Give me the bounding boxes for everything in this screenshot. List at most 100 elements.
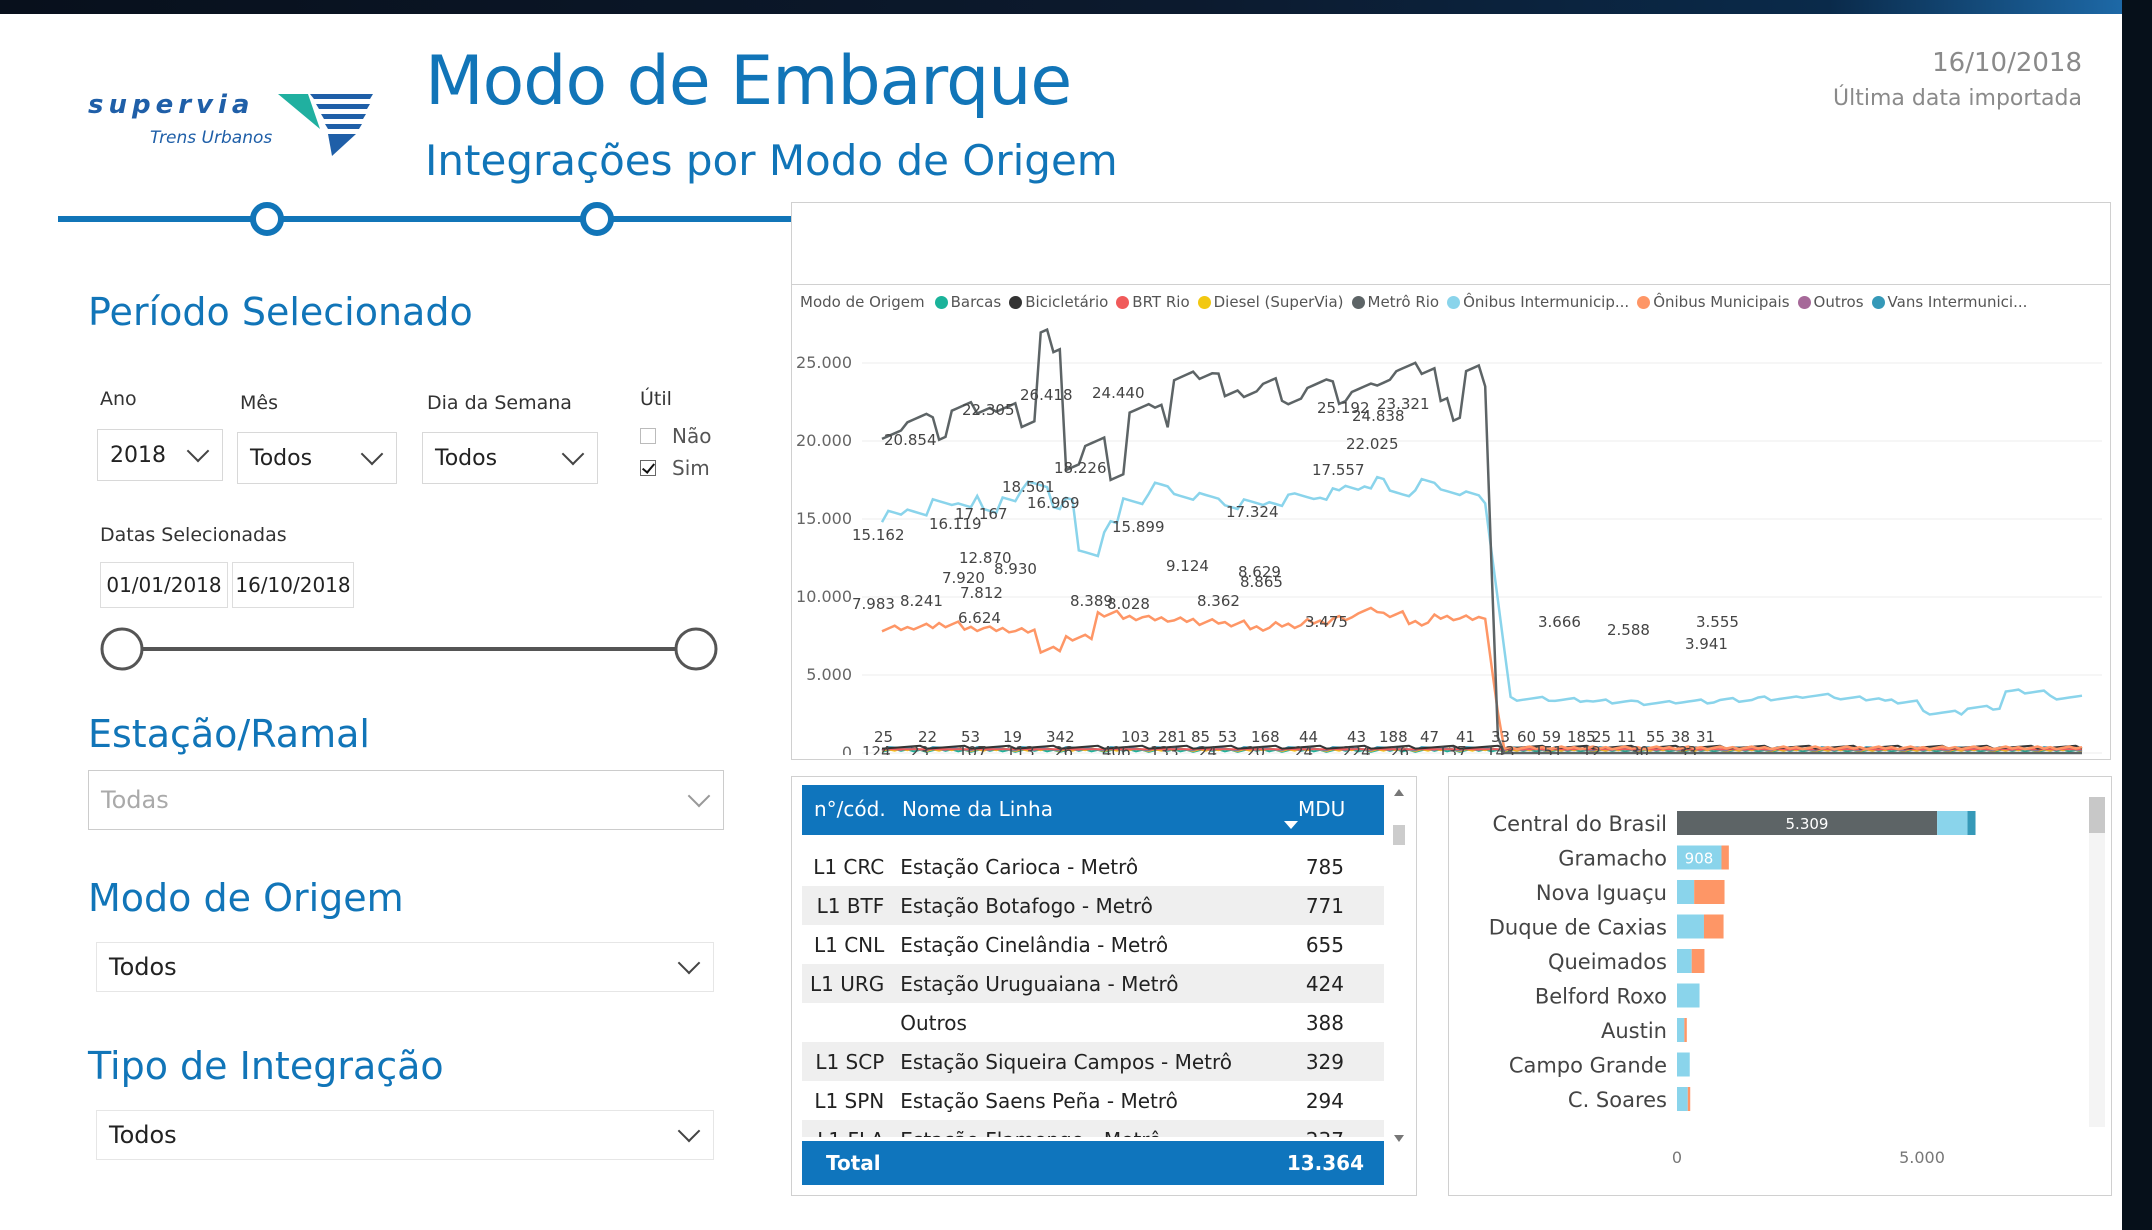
date-range-slider[interactable] [98,619,722,679]
bar-segment [1694,880,1725,904]
legend-item-vans[interactable]: Vans Intermunici... [1871,293,2027,311]
legend-item-outros[interactable]: Outros [1797,293,1864,311]
table-scrollbar[interactable] [1390,785,1408,1185]
slider-end-handle[interactable] [674,627,718,671]
estacao-dropdown[interactable]: Todas [88,770,724,830]
estacao-value: Todas [101,786,169,814]
table-row[interactable]: L1 CRC Estação Carioca - Metrô 785 [802,847,1384,886]
data-label-metro: 23.321 [1377,395,1430,413]
scroll-thumb[interactable] [1393,825,1405,845]
modo-dropdown[interactable]: Todos [96,942,714,992]
data-label-onibus-municipais: 6.624 [958,609,1001,627]
data-label-onibus-intermunicipais: 16.969 [1027,494,1080,512]
line-series-onibus-intermunicipais [880,475,2083,717]
data-label-low: 113 [1006,743,1035,755]
ano-dropdown[interactable]: 2018 [97,429,223,481]
chevron-down-icon [677,1119,701,1143]
bar-category-label: Gramacho [1558,847,1667,871]
bar-category-label: Nova Iguaçu [1536,881,1667,905]
mes-label: Mês [240,392,278,414]
scroll-down-icon[interactable] [1394,1135,1404,1142]
table-row[interactable]: L1 CNL Estação Cinelândia - Metrô 655 [802,925,1384,964]
data-label-onibus-municipais: 7.983 [852,595,895,613]
util-label: Útil [640,388,672,410]
tipo-dropdown[interactable]: Todos [96,1110,714,1160]
data-label-low: 12 [1582,743,1601,755]
mes-dropdown[interactable]: Todos [237,432,397,484]
date-end-input[interactable]: 16/10/2018 [232,562,354,608]
legend-item-onibus-municipais[interactable]: Ônibus Municipais [1637,293,1790,311]
bar-category-label: Duque de Caxias [1489,916,1667,940]
data-label-low: 137 [1438,743,1467,755]
period-section-title: Período Selecionado [88,290,473,334]
table-row[interactable]: L1 SPN Estação Saens Peña - Metrô 294 [802,1081,1384,1120]
data-label-low: 26 [1054,743,1073,755]
data-label-low: 53 [1218,728,1237,746]
table-header: n°/cód. Nome da Linha MDU [802,785,1384,835]
data-label-onibus-municipais: 8.362 [1197,592,1240,610]
page-subtitle: Integrações por Modo de Origem [425,136,1118,185]
line-chart-svg: 25.00020.00015.00010.0005.0000fev 2018ma… [796,327,2102,755]
legend-item-barcas[interactable]: Barcas [934,293,1001,311]
data-label-metro: 26.418 [1020,386,1073,404]
chevron-down-icon [687,784,711,808]
sort-desc-icon [1284,821,1298,829]
y-tick-label: 25.000 [796,353,852,372]
data-label-low: 20 [1246,743,1265,755]
bar-segment [1677,914,1704,939]
table-row[interactable]: L1 URG Estação Uruguaiana - Metrô 424 [802,964,1384,1003]
bar-segment [1967,811,1976,835]
total-label: Total [826,1151,881,1175]
bar-segment [1677,1018,1685,1042]
data-label-onibus-municipais: 8.028 [1107,595,1150,613]
legend-item-onibus-intermunicipais[interactable]: Ônibus Intermunicip... [1447,293,1629,311]
util-nao-checkbox[interactable] [640,428,656,444]
data-label-low: 31 [1696,728,1715,746]
legend-item-bicicletario[interactable]: Bicicletário [1009,293,1108,311]
table-row[interactable]: L1 BTF Estação Botafogo - Metrô 771 [802,886,1384,925]
ano-value: 2018 [110,442,166,468]
col-header-mdu[interactable]: MDU [1298,797,1345,821]
y-tick-label: 5.000 [806,665,852,684]
col-header-nome[interactable]: Nome da Linha [902,797,1053,821]
legend-title: Modo de Origem [800,293,925,311]
y-tick-label: 15.000 [796,509,852,528]
legend-item-diesel[interactable]: Diesel (SuperVia) [1197,293,1344,311]
data-label-metro: 18.226 [1054,459,1107,477]
scroll-thumb[interactable] [2089,797,2105,833]
bar-data-label: 908 [1685,850,1714,868]
col-header-cod[interactable]: n°/cód. [814,797,886,821]
bar-segment [1691,949,1705,973]
data-label-metro: 22.305 [962,401,1015,419]
tipo-value: Todos [109,1121,177,1149]
legend-item-metro-rio[interactable]: Metrô Rio [1351,293,1439,311]
table-total-row: Total 13.364 [802,1141,1384,1185]
date-start-input[interactable]: 01/01/2018 [100,562,228,608]
line-chart-legend: Modo de Origem Barcas Bicicletário BRT R… [800,293,2035,311]
data-label-low: 33 [1678,743,1697,755]
bar-chart-scrollbar[interactable] [2089,797,2105,1127]
data-label-onibus-intermunicipais: 17.324 [1226,503,1279,521]
bar-chart-panel: Central do Brasil Gramacho Nova Iguaçu Duqu… [1448,776,2112,1196]
slider-start-handle[interactable] [100,627,144,671]
data-label-onibus-municipais: 7.812 [960,584,1003,602]
util-nao-option[interactable]: Não [640,424,711,448]
last-import-date: 16/10/2018 [1932,48,2082,78]
scroll-up-icon[interactable] [1394,789,1404,796]
nav-step-1[interactable] [250,202,284,236]
table-row[interactable]: L1 SCP Estação Siqueira Campos - Metrô 329 [802,1042,1384,1081]
legend-item-brt-rio[interactable]: BRT Rio [1116,293,1190,311]
dia-semana-dropdown[interactable]: Todos [422,432,598,484]
nav-step-2[interactable] [580,202,614,236]
data-label-low: 26 [1390,743,1409,755]
x-tick-label: 5.000 [1899,1148,1945,1167]
table-row[interactable]: Outros 388 [802,1003,1384,1042]
supervia-logo: supervia Trens Urbanos [88,76,388,166]
util-sim-option[interactable]: Sim [640,456,710,480]
bar-segment [1703,914,1724,939]
bar-data-label: 5.309 [1786,815,1829,833]
table-row[interactable]: L1 FLAEstação Flamengo - Metrô237 [802,1120,1384,1137]
util-sim-checkbox[interactable] [640,460,656,476]
x-tick-label: 0 [1672,1148,1682,1167]
data-label-onibus-municipais: 9.124 [1166,557,1209,575]
